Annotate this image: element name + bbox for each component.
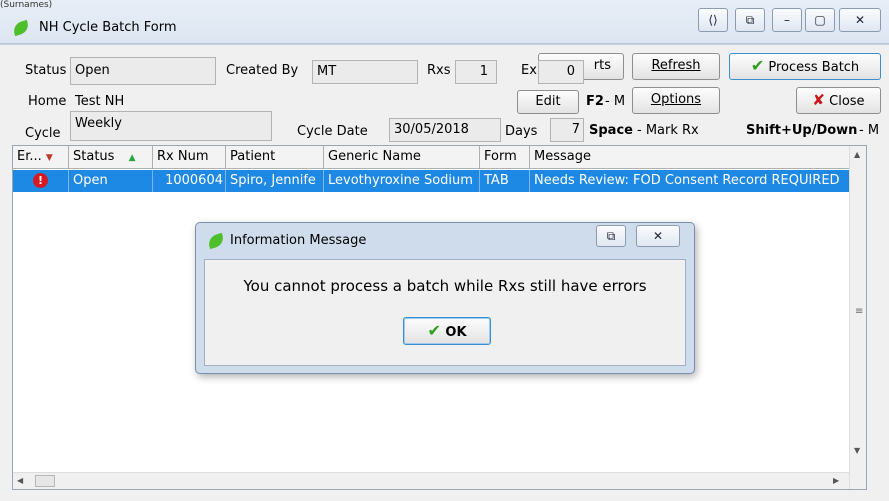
cycle-label: Cycle	[25, 126, 61, 141]
close-window-button[interactable]: ✕	[839, 8, 881, 32]
rx-num-cell: 1000604	[153, 170, 226, 192]
dialog-message: You cannot process a batch while Rxs sti…	[243, 277, 647, 295]
rxs-count-field[interactable]: 1	[455, 60, 497, 84]
sort-asc-icon: ▲	[128, 153, 136, 163]
edit-button[interactable]: Edit	[517, 90, 579, 114]
vertical-scrollbar[interactable]: ▲ ≡ ▼	[849, 146, 866, 489]
dialog-restore-icon[interactable]: ⧉	[596, 225, 626, 247]
close-button-label: Close	[829, 94, 865, 109]
status-field[interactable]: Open	[70, 57, 216, 85]
scroll-grip-icon: ≡	[855, 306, 864, 317]
space-hint-key: Space	[589, 123, 633, 138]
close-button[interactable]: ✘ Close	[796, 87, 881, 114]
app-leaf-icon	[11, 19, 31, 37]
ok-button[interactable]: ✔ OK	[403, 317, 491, 345]
created-by-field[interactable]: MT	[312, 60, 418, 84]
restore-window-icon[interactable]: ⧉	[735, 8, 765, 32]
f2-hint-key: F2	[586, 94, 604, 109]
title-bar: (Surnames) NH Cycle Batch Form ⟨⟩ ⧉ – ▢ …	[0, 0, 889, 44]
cycle-field[interactable]: Weekly	[70, 111, 272, 141]
column-header-form[interactable]: Form	[480, 146, 530, 169]
column-header-status[interactable]: Status ▲	[69, 146, 153, 169]
background-window-text: (Surnames)	[0, 0, 53, 10]
error-icon: !	[33, 173, 48, 188]
shift-hint-text: - M	[859, 123, 880, 138]
checkmark-icon: ✔	[750, 56, 765, 75]
ok-checkmark-icon: ✔	[427, 321, 441, 340]
column-header-patient[interactable]: Patient	[226, 146, 324, 169]
f2-hint-text: - M	[605, 94, 626, 109]
ok-label: OK	[445, 325, 467, 340]
scroll-right-icon[interactable]: ▶	[833, 476, 839, 485]
column-header-generic-name[interactable]: Generic Name	[324, 146, 480, 169]
status-label: Status	[25, 63, 67, 78]
status-cell: Open	[69, 170, 153, 192]
dialog-close-button[interactable]: ✕	[636, 225, 680, 247]
space-hint-text: - Mark Rx	[637, 123, 699, 138]
dialog-title: Information Message	[230, 233, 367, 248]
form-cell: TAB	[480, 170, 530, 192]
column-header-rx-num[interactable]: Rx Num	[153, 146, 226, 169]
cycle-date-label: Cycle Date	[297, 124, 368, 139]
message-cell: Needs Review: FOD Consent Record REQUIRE…	[534, 173, 840, 188]
error-cell: !	[13, 170, 69, 192]
scroll-thumb[interactable]	[35, 475, 55, 487]
ex-label: Ex	[521, 63, 537, 78]
scroll-up-icon[interactable]: ▲	[854, 150, 860, 159]
window-title: NH Cycle Batch Form	[39, 20, 177, 35]
rxs-label: Rxs	[427, 63, 451, 78]
home-label: Home	[28, 94, 67, 109]
process-batch-button[interactable]: ✔ Process Batch	[729, 53, 881, 80]
information-dialog: Information Message ⧉ ✕ You cannot proce…	[195, 222, 695, 374]
column-header-message[interactable]: Message	[530, 146, 849, 169]
column-header-errors[interactable]: Er... ▼	[13, 146, 69, 169]
shift-hint-key: Shift+Up/Down	[746, 123, 858, 138]
process-batch-label: Process Batch	[768, 60, 860, 75]
dialog-leaf-icon	[206, 232, 226, 250]
dialog-body: You cannot process a batch while Rxs sti…	[204, 259, 686, 366]
days-field[interactable]: 7	[550, 118, 584, 142]
cycle-date-field[interactable]: 30/05/2018	[389, 118, 501, 142]
close-x-icon: ✘	[812, 91, 825, 109]
minimize-button[interactable]: –	[772, 8, 802, 32]
scroll-down-icon[interactable]: ▼	[854, 446, 860, 455]
patient-cell: Spiro, Jennife	[226, 170, 324, 192]
maximize-button[interactable]: ▢	[805, 8, 835, 32]
ex-count-field[interactable]: 0	[538, 60, 584, 84]
navigate-icon[interactable]: ⟨⟩	[698, 8, 728, 32]
refresh-button[interactable]: Refresh	[632, 53, 720, 80]
generic-name-cell: Levothyroxine Sodium	[324, 170, 480, 192]
horizontal-scrollbar[interactable]: ◀ ▶	[13, 472, 849, 489]
days-label: Days	[505, 124, 538, 139]
sort-desc-icon: ▼	[45, 153, 53, 163]
created-by-label: Created By	[226, 63, 299, 78]
options-button[interactable]: Options	[632, 87, 720, 114]
scroll-left-icon[interactable]: ◀	[17, 476, 23, 485]
